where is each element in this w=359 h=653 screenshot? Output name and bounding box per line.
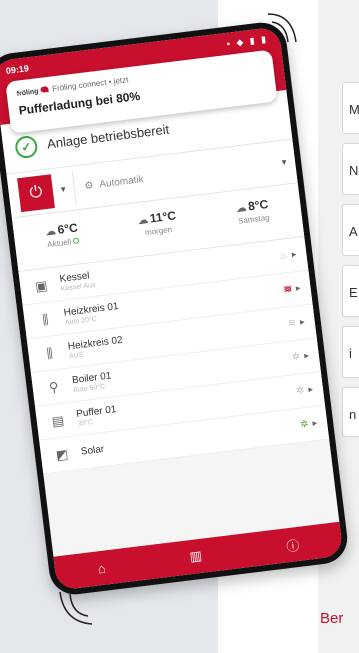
froling-logo-icon [39,85,49,93]
chevron-right-icon: ▶ [299,319,306,326]
side-card-2[interactable]: N [342,143,359,195]
chevron-right-icon: ▶ [291,251,297,259]
solar-icon: ◩ [54,445,70,463]
boiler-icon: ▣ [34,277,49,294]
phone-screen: 09:19 ▪ ◆ ▮ ▮ fröling Fröling connect • … [0,26,344,591]
side-card-5[interactable]: i [342,326,359,378]
pump-icon: ✲ [295,385,306,397]
heating-circuit-icon: ⫼ [41,311,50,327]
chevron-down-icon[interactable]: ▼ [50,171,77,208]
power-button[interactable]: ⏻ [17,173,55,212]
side-card-3[interactable]: A [342,204,359,256]
home-icon[interactable]: ⌂ [97,560,107,576]
hot-water-tap-icon: ⚲ [48,378,60,395]
chevron-right-icon: ▶ [312,420,318,428]
side-link[interactable]: Ber [320,610,359,627]
mode-icon: ⚙ [83,180,95,193]
pump-icon: ✲ [291,351,301,364]
device-list: ▣ Kessel Kessel Aus ♨ ▶ ⫼ Heizkreis 01 A… [18,236,330,475]
heating-active-icon: ≋ [283,283,293,296]
chevron-right-icon: ▶ [308,386,314,394]
heating-inactive-icon: ≋ [287,317,297,330]
side-card-6[interactable]: n [342,387,359,437]
cloud-icon: ☁ [235,202,248,215]
flame-icon: ♨ [278,250,289,263]
chevron-right-icon: ▶ [303,353,310,360]
chevron-down-icon[interactable]: ▼ [273,156,296,168]
froling-logo: fröling [16,85,49,97]
chevron-right-icon: ▶ [295,285,302,293]
mode-select[interactable]: ⚙ Automatik [74,158,274,193]
pump-active-icon: ✲ [299,418,310,431]
side-card-4[interactable]: E [342,265,359,317]
cloud-icon: ☁ [45,226,57,239]
system-icon[interactable]: ▥ [189,548,203,565]
check-circle-icon: ✓ [14,134,39,159]
ok-indicator-icon [72,237,80,245]
mode-label: Automatik [98,174,145,191]
side-card-1[interactable]: M [342,82,359,134]
cloud-icon: ☁ [137,214,149,227]
info-icon[interactable]: ⓘ [285,534,301,554]
heating-circuit-icon: ⫼ [45,344,54,361]
buffer-tank-icon: ▤ [50,412,65,429]
